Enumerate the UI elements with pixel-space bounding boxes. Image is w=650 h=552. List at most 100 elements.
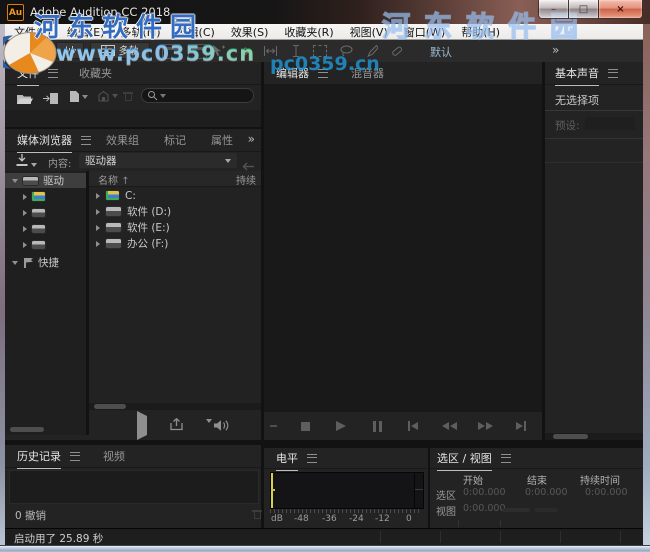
open-file-button[interactable]	[16, 90, 34, 109]
essential-sound-menu-icon[interactable]	[608, 68, 618, 78]
tree-item-drive-f[interactable]	[5, 237, 86, 252]
column-header-duration[interactable]: 持续	[236, 172, 256, 187]
window-border-bottom	[0, 545, 650, 552]
tab-essential-sound[interactable]: 基本声音	[555, 65, 599, 86]
levels-panel: 电平 dB -48 -36 -24 -12 0	[264, 448, 428, 528]
selection-duration-value[interactable]: 0:00.000	[585, 487, 628, 498]
spot-healing-brush-tool-button[interactable]	[388, 43, 404, 59]
selection-end-value[interactable]: 0:00.000	[525, 487, 568, 498]
column-header-start: 开始	[463, 476, 483, 487]
divider	[440, 531, 441, 543]
preview-volume-button[interactable]	[206, 418, 230, 432]
tab-effects-rack[interactable]: 效果组	[106, 132, 139, 148]
tab-media-browser[interactable]: 媒体浏览器	[17, 132, 72, 153]
content-dropdown[interactable]: 驱动器	[79, 153, 237, 168]
drive-row-e[interactable]: 软件 (E:)	[89, 220, 268, 235]
selection-start-value[interactable]: 0:00.000	[463, 487, 506, 498]
watermark-site-name: 河东软件园	[34, 13, 205, 43]
skip-to-end-button[interactable]	[510, 418, 532, 434]
chevron-right-icon[interactable]	[96, 192, 100, 199]
tree-item-shortcuts[interactable]: 快捷	[5, 255, 86, 270]
chevron-right-icon[interactable]	[23, 225, 27, 232]
editor-canvas[interactable]	[264, 84, 542, 412]
chevron-right-icon[interactable]	[96, 224, 100, 231]
menu-item-favorites[interactable]: 收藏夹(R)	[276, 24, 341, 40]
drive-row-c[interactable]: C:	[89, 188, 268, 203]
levels-panel-menu-icon[interactable]	[307, 453, 317, 463]
files-list-empty-area	[5, 110, 261, 127]
media-list: 名称 ↑ 持续 C: 软件 (D:) 软件 (E:) 办公 (F:)	[89, 171, 261, 403]
skip-to-start-button[interactable]	[402, 418, 424, 434]
new-file-button[interactable]	[69, 90, 88, 103]
chevron-right-icon[interactable]	[96, 208, 100, 215]
chevron-right-icon[interactable]	[96, 240, 100, 247]
tab-video[interactable]: 视频	[103, 448, 125, 464]
history-panel-menu-icon[interactable]	[70, 451, 80, 461]
skip-to-end-icon	[516, 422, 523, 430]
tab-history[interactable]: 历史记录	[17, 448, 61, 469]
media-tabs-overflow-button[interactable]: »	[248, 132, 255, 146]
stop-button[interactable]	[294, 418, 316, 434]
tree-item-drives[interactable]: 驱动	[5, 173, 86, 188]
close-button[interactable]: ×	[598, 0, 643, 19]
view-start-value[interactable]: 0:00.000	[463, 503, 506, 514]
pause-button[interactable]	[366, 418, 388, 434]
preview-play-button[interactable]	[137, 410, 147, 440]
search-input[interactable]	[141, 88, 254, 103]
rewind-button[interactable]	[438, 418, 460, 434]
workspace-label[interactable]: 默认	[430, 44, 452, 60]
import-file-button[interactable]	[43, 90, 60, 109]
system-drive-icon	[32, 192, 45, 201]
tab-selection-view[interactable]: 选区 / 视图	[437, 450, 492, 471]
media-browser-menu-icon[interactable]	[81, 135, 91, 145]
chevron-down-icon[interactable]	[12, 260, 18, 265]
tree-horizontal-scrollbar[interactable]	[10, 427, 44, 432]
view-row-label: 视图	[436, 507, 456, 518]
tab-favorites[interactable]: 收藏夹	[79, 65, 112, 81]
media-browser-panel: 媒体浏览器 效果组 标记 属性 » 内容: 驱动器 驱动 快捷 名称 ↑ 持续 …	[5, 129, 261, 440]
drive-row-f[interactable]: 办公 (F:)	[89, 236, 268, 251]
tab-properties[interactable]: 属性	[211, 132, 233, 148]
drive-row-d[interactable]: 软件 (D:)	[89, 204, 268, 219]
meter-clip-divider	[414, 473, 415, 508]
essential-scrollbar-track[interactable]	[545, 433, 643, 440]
toolbar-overflow-button[interactable]: »	[552, 43, 559, 57]
meter-clip-notch	[415, 489, 423, 490]
divider	[500, 531, 501, 543]
add-shortcut-button[interactable]	[15, 154, 37, 167]
column-header-name[interactable]: 名称 ↑	[98, 172, 130, 187]
list-scrollbar-track[interactable]	[89, 403, 261, 410]
insert-into-multitrack-button[interactable]	[97, 90, 118, 102]
shortcut-flag-icon	[23, 257, 33, 268]
minimize-button[interactable]: –	[538, 0, 569, 19]
meter-mid-notch	[271, 489, 275, 491]
chevron-down-icon[interactable]	[12, 178, 18, 183]
divider	[380, 531, 381, 543]
selection-view-menu-icon[interactable]	[500, 453, 511, 463]
tree-item-drive-e[interactable]	[5, 221, 86, 236]
chevron-right-icon[interactable]	[23, 209, 27, 216]
tab-levels[interactable]: 电平	[276, 450, 298, 471]
tree-item-drive-d[interactable]	[5, 205, 86, 220]
divider	[560, 531, 561, 543]
preset-dropdown[interactable]	[585, 117, 635, 130]
new-file-caret-icon	[82, 94, 88, 99]
auto-play-button[interactable]	[169, 416, 184, 435]
tab-markers[interactable]: 标记	[164, 132, 186, 148]
zoom-navigator-handle[interactable]	[270, 425, 277, 427]
maximize-button[interactable]: □	[568, 0, 599, 19]
spot-healing-brush-tool-icon	[392, 46, 403, 56]
play-button[interactable]	[330, 418, 352, 434]
scale-label: -36	[322, 514, 337, 524]
fast-forward-button[interactable]	[474, 418, 496, 434]
tree-item-drive-c[interactable]	[5, 189, 86, 204]
essential-horizontal-scrollbar[interactable]	[553, 434, 588, 439]
skip-to-end-icon	[524, 421, 526, 431]
history-tabbar: 历史记录 视频	[5, 445, 261, 469]
watermark-site-url: www.pc0359.cn	[56, 41, 256, 65]
chevron-right-icon[interactable]	[23, 241, 27, 248]
chevron-right-icon[interactable]	[23, 193, 27, 200]
list-horizontal-scrollbar[interactable]	[94, 404, 126, 409]
menu-item-effects[interactable]: 效果(S)	[223, 24, 277, 40]
meter-scale: dB -48 -36 -24 -12 0	[264, 514, 428, 526]
